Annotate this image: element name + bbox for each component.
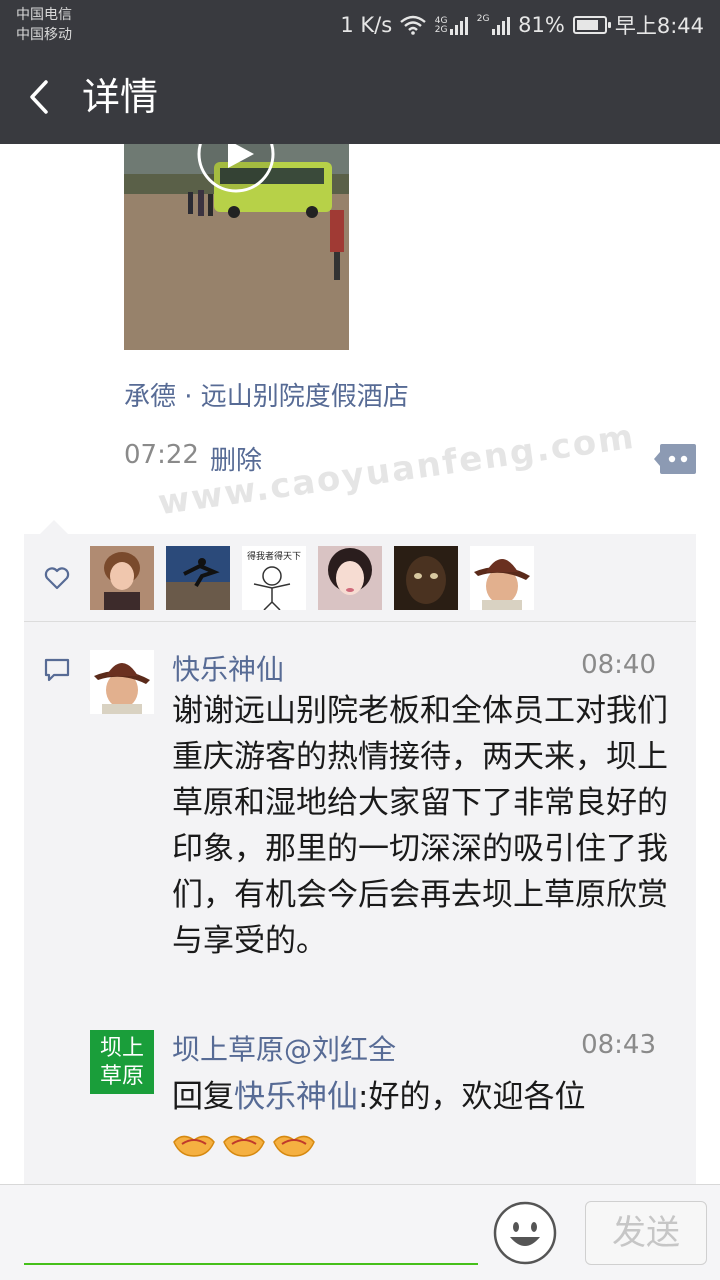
carrier-info: 中国电信 中国移动 (16, 5, 72, 45)
handshake-emojis (172, 1126, 316, 1162)
carrier-1: 中国电信 (16, 7, 72, 23)
smiley-icon (493, 1201, 557, 1265)
more-dots-icon (654, 444, 696, 474)
handshake-icon (223, 1135, 265, 1157)
comment-input[interactable] (24, 1263, 478, 1265)
back-button[interactable] (18, 72, 68, 122)
wifi-icon (400, 15, 426, 35)
send-button[interactable]: 发送 (585, 1201, 707, 1265)
like-avatar-2[interactable] (166, 546, 230, 610)
battery-percent: 81% (518, 13, 565, 37)
avatar-face-image (394, 546, 458, 610)
likes-row: 得我者得天下 (24, 534, 696, 622)
avatar-woman-image (90, 546, 154, 610)
status-bar: 中国电信 中国移动 1 K/s 4G 2G 2G 81% 早上8:44 (0, 0, 720, 50)
comment-menu-button[interactable] (654, 444, 696, 474)
signal-1-icon: 4G 2G (434, 15, 469, 35)
signal-2-icon: 2G (476, 15, 511, 35)
video-thumbnail[interactable] (124, 144, 349, 350)
avatar-sketch-image (253, 566, 291, 610)
comment-time: 08:43 (581, 1030, 656, 1060)
page-title: 详情 (82, 75, 159, 119)
comment-avatar-2[interactable]: 坝上 草原 (90, 1030, 154, 1094)
reply-prefix: 回复 (172, 1079, 234, 1115)
post-detail[interactable]: 承德 · 远山别院度假酒店 www.caoyuanfeng.com 07:22 … (0, 144, 720, 1184)
chevron-left-icon (30, 80, 48, 114)
like-avatar-6[interactable] (470, 546, 534, 610)
handshake-icon (173, 1135, 215, 1157)
feedback-arrow (40, 520, 68, 534)
post-time: 07:22 (124, 440, 199, 470)
like-avatar-5[interactable] (394, 546, 458, 610)
play-icon (197, 144, 275, 193)
like-avatar-4[interactable] (318, 546, 382, 610)
like-avatar-3[interactable]: 得我者得天下 (242, 546, 306, 610)
post-location[interactable]: 承德 · 远山别院度假酒店 (124, 376, 409, 413)
avatar-hat-man-image (90, 650, 154, 714)
comment-time: 08:40 (581, 650, 656, 680)
avatar-jumper-image (166, 546, 230, 610)
emoji-button[interactable] (493, 1201, 557, 1265)
comment-author[interactable]: 快乐神仙 (172, 648, 284, 688)
comment-avatar-1[interactable] (90, 650, 154, 714)
handshake-icon (273, 1135, 315, 1157)
title-bar: 详情 (0, 50, 720, 144)
delete-button[interactable]: 删除 (210, 440, 262, 477)
clock: 早上8:44 (614, 14, 704, 38)
status-icons: 1 K/s 4G 2G 2G 81% 早上8:44 (340, 10, 704, 40)
comment-input-bar: 发送 (0, 1184, 720, 1280)
avatar-girl-image (318, 546, 382, 610)
battery-fill (576, 20, 598, 30)
reply-body: :好的，欢迎各位 (358, 1079, 586, 1115)
comment-text[interactable]: 回复快乐神仙:好的，欢迎各位 (172, 1074, 692, 1120)
comment-text[interactable]: 谢谢远山别院老板和全体员工对我们重庆游客的热情接待，两天来，坝上草原和湿地给大家… (172, 688, 672, 964)
heart-outline-icon (44, 567, 70, 590)
like-avatar-1[interactable] (90, 546, 154, 610)
avatar-hat-man-image (470, 546, 534, 610)
reply-target-name[interactable]: 快乐神仙 (234, 1079, 358, 1115)
network-speed: 1 K/s (340, 13, 393, 37)
carrier-2: 中国移动 (16, 27, 72, 43)
feedback-panel: 得我者得天下 快乐神仙 08:40 谢谢远山别院老板和全体员工对我们重庆游客的热… (24, 534, 696, 1184)
comment-icon (44, 658, 70, 682)
comment-author[interactable]: 坝上草原@刘红全 (172, 1028, 396, 1068)
battery-icon (572, 16, 611, 34)
